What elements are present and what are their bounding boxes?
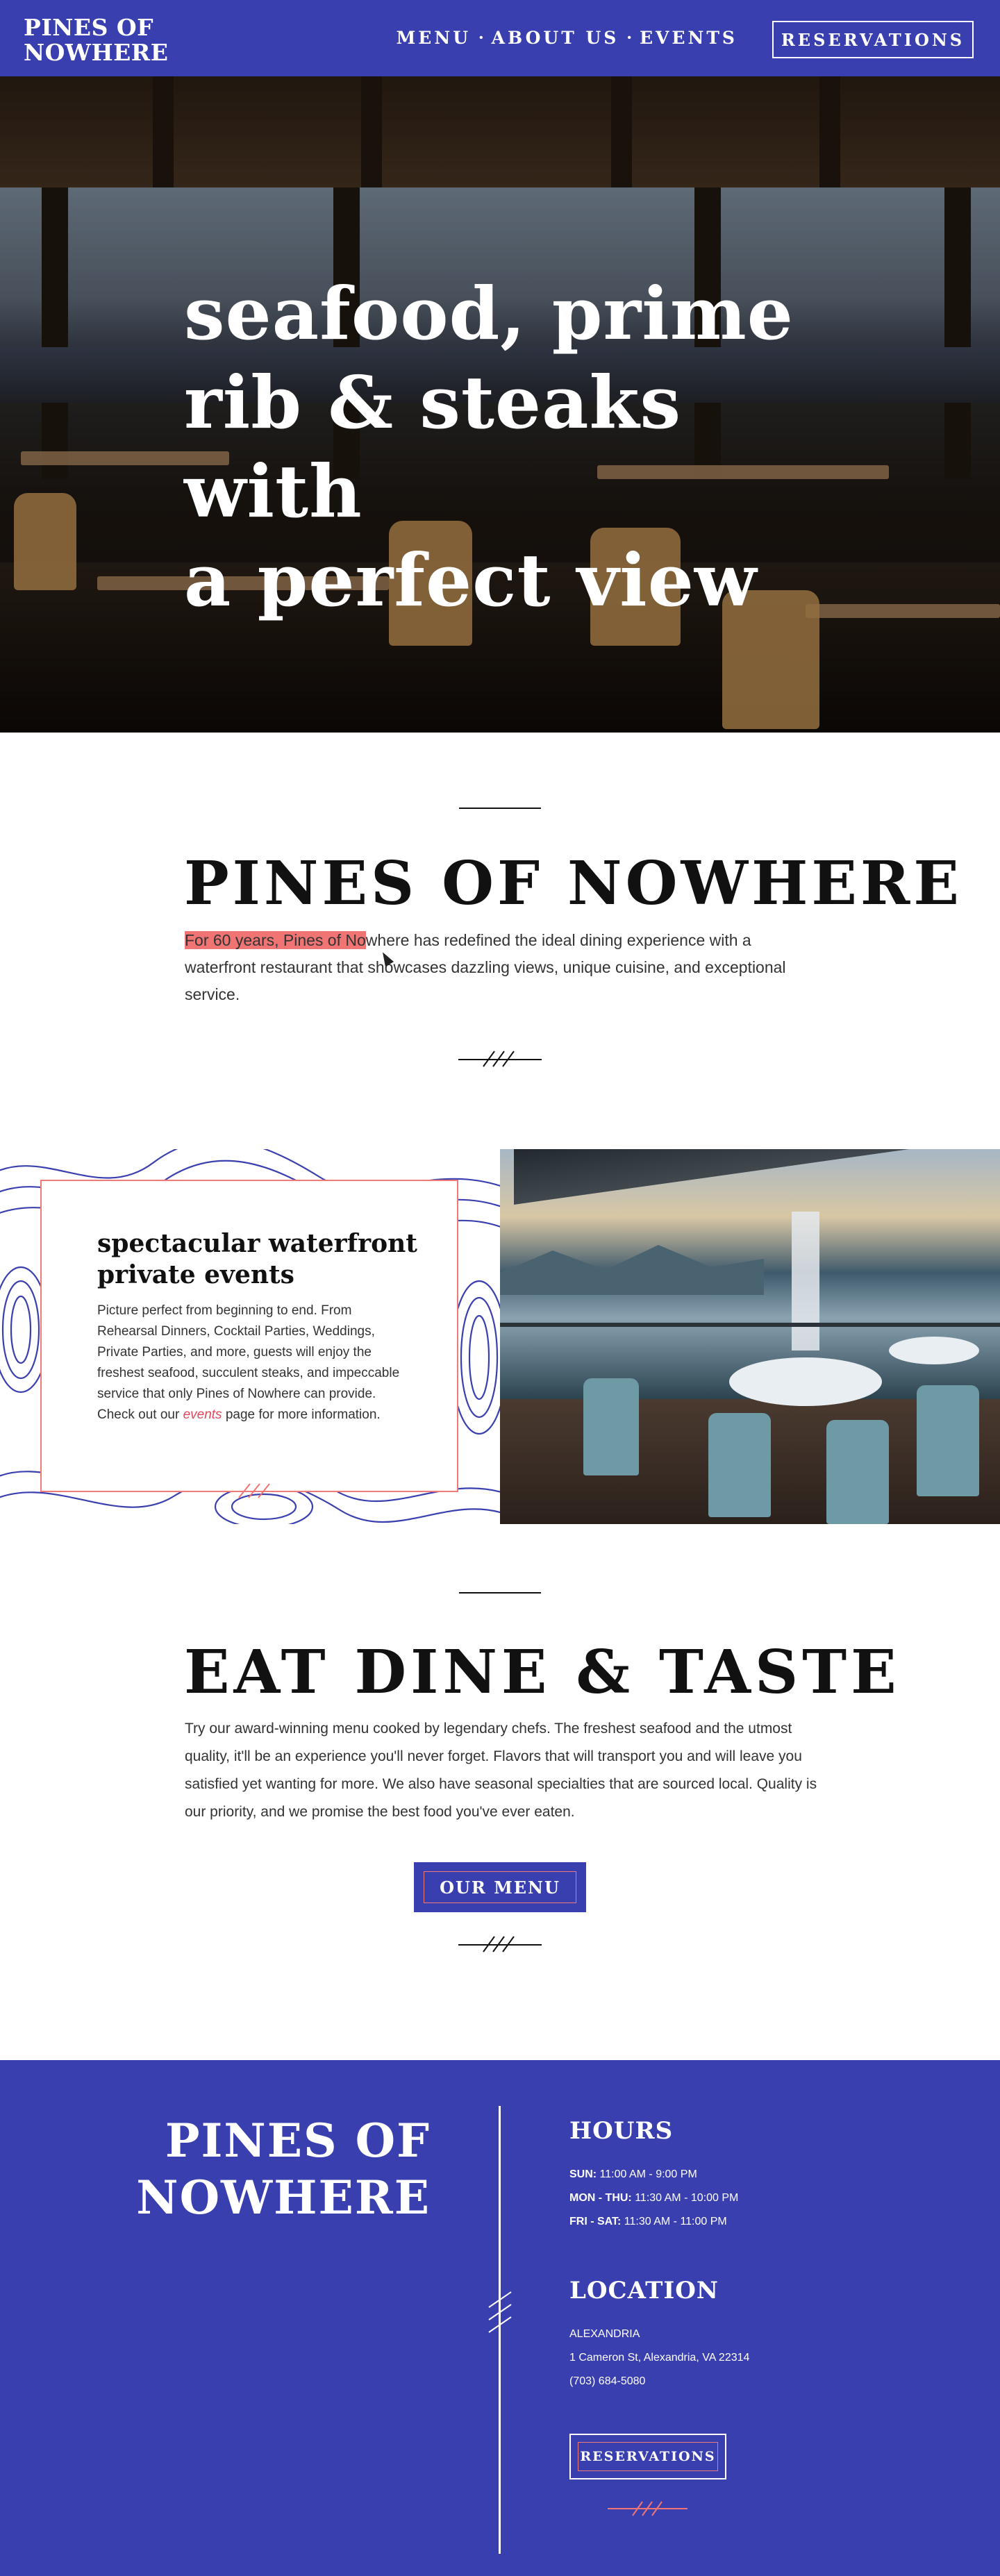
footer-logo-line-1: PINES OF <box>165 2114 431 2168</box>
eat-text: Try our award-winning menu cooked by leg… <box>185 1721 817 1820</box>
footer-logo[interactable]: PINES OF NOWHERE <box>125 2112 431 2226</box>
triple-slash-icon <box>458 1936 542 1952</box>
hours-row: FRI - SAT: 11:30 AM - 11:00 PM <box>569 2216 727 2228</box>
patio-photo <box>500 1149 1000 1524</box>
events-card: spectacular waterfront private events Pi… <box>40 1180 458 1498</box>
triple-slash-icon <box>488 2291 512 2333</box>
events-link[interactable]: events <box>183 1407 222 1422</box>
hero-headline-line: seafood, prime <box>184 271 794 356</box>
events-title: spectacular waterfront private events <box>97 1229 417 1289</box>
events-text: Picture perfect from beginning to end. F… <box>97 1300 403 1425</box>
hours-days: SUN: <box>569 2168 597 2180</box>
patio-chair <box>583 1378 639 1475</box>
about-text: For 60 years, Pines of Nowhere has redef… <box>185 927 824 1008</box>
nav-separator: • <box>627 31 631 44</box>
hours-row: SUN: 11:00 AM - 9:00 PM <box>569 2168 697 2181</box>
section-divider <box>459 1592 541 1594</box>
hours-days: FRI - SAT: <box>569 2216 622 2227</box>
footer-reservations-label: RESERVATIONS <box>578 2442 718 2471</box>
location-city: ALEXANDRIA <box>569 2328 640 2340</box>
nav-events[interactable]: EVENTS <box>640 28 738 48</box>
main-nav: MENU • ABOUT US • EVENTS <box>397 28 738 48</box>
patio-chair <box>917 1385 979 1496</box>
about-title: PINES OF NOWHERE <box>184 848 962 919</box>
nav-menu[interactable]: MENU <box>397 28 471 48</box>
hours-days: MON - THU: <box>569 2192 632 2204</box>
nav-separator: • <box>479 31 483 44</box>
events-text-before: Picture perfect from beginning to end. F… <box>97 1303 400 1422</box>
patio-curtain <box>792 1212 819 1350</box>
section-divider <box>459 808 541 809</box>
topographic-pattern: spectacular waterfront private events Pi… <box>0 1149 500 1524</box>
our-menu-label: OUR MENU <box>424 1871 576 1903</box>
eat-title: EAT DINE & TASTE <box>184 1637 901 1707</box>
triple-slash-icon <box>458 1051 542 1067</box>
hero-headline-line: rib & steaks with <box>184 360 682 534</box>
location-title: LOCATION <box>569 2277 719 2305</box>
hours-time: 11:00 AM - 9:00 PM <box>597 2168 697 2180</box>
nav-about-us[interactable]: ABOUT US <box>492 28 619 48</box>
location-phone[interactable]: (703) 684-5080 <box>569 2375 645 2388</box>
hours-row: MON - THU: 11:30 AM - 10:00 PM <box>569 2192 738 2205</box>
patio-rail <box>500 1323 1000 1327</box>
footer-reservations-button[interactable]: RESERVATIONS <box>569 2434 726 2479</box>
patio-mountain <box>500 1245 764 1295</box>
hours-time: 11:30 AM - 11:00 PM <box>621 2216 727 2227</box>
hero-headline: seafood, prime rib & steaks with a perfe… <box>184 269 851 625</box>
our-menu-button[interactable]: OUR MENU <box>414 1862 586 1912</box>
patio-roof <box>514 1149 1000 1205</box>
triple-slash-icon <box>608 2501 688 2516</box>
logo-line-1: PINES OF <box>24 14 154 41</box>
site-header: PINES OF NOWHERE MENU • ABOUT US • EVENT… <box>0 0 1000 76</box>
events-section: spectacular waterfront private events Pi… <box>0 1149 1000 1524</box>
hours-time: 11:30 AM - 10:00 PM <box>631 2192 739 2204</box>
patio-table <box>729 1357 882 1406</box>
triple-slash-icon <box>238 1483 270 1498</box>
footer-logo-line-2: NOWHERE <box>136 2171 431 2225</box>
events-text-after: page for more information. <box>222 1407 381 1422</box>
site-logo[interactable]: PINES OF NOWHERE <box>24 15 168 65</box>
reservations-button[interactable]: RESERVATIONS <box>772 21 974 58</box>
hero-headline-line: a perfect view <box>184 537 758 623</box>
patio-table <box>889 1337 979 1364</box>
patio-chair <box>708 1413 771 1517</box>
hours-title: HOURS <box>569 2117 674 2145</box>
location-address[interactable]: 1 Cameron St, Alexandria, VA 22314 <box>569 2352 749 2364</box>
selected-text: For 60 years, Pines of No <box>185 931 366 949</box>
patio-chair <box>826 1420 889 1524</box>
logo-line-2: NOWHERE <box>24 39 169 66</box>
site-footer: PINES OF NOWHERE HOURS SUN: 11:00 AM - 9… <box>0 2060 1000 2576</box>
hero: seafood, prime rib & steaks with a perfe… <box>0 76 1000 733</box>
